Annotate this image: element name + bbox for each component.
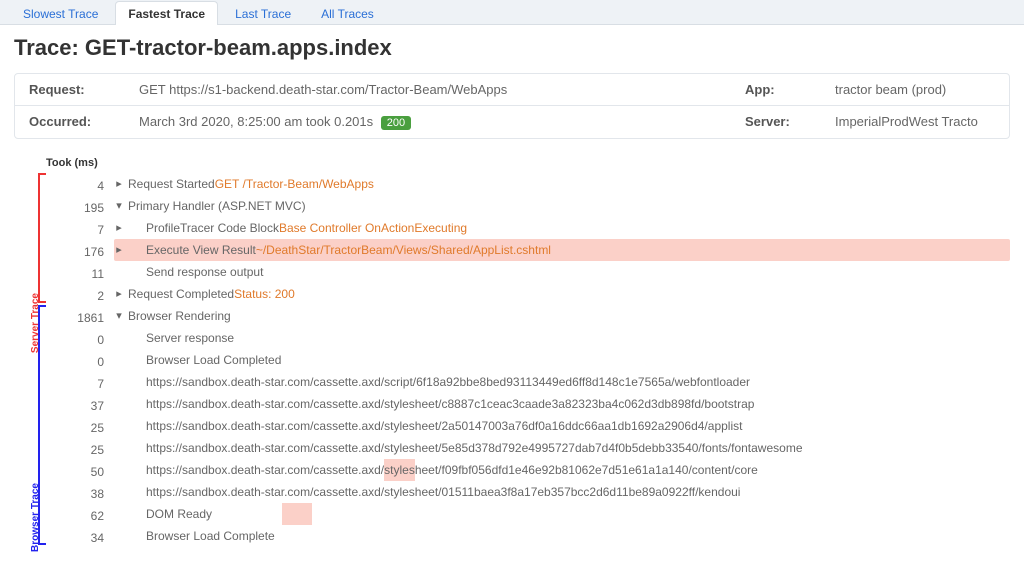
trace-text: ~/DeathStar/TractorBeam/Views/Shared/App… — [256, 239, 551, 261]
tab-slowest-trace[interactable]: Slowest Trace — [10, 1, 111, 25]
trace-row: https://sandbox.death-star.com/cassette.… — [114, 371, 1010, 393]
trace-text: Execute View Result — [146, 239, 256, 261]
timing-value: 25 — [46, 417, 112, 439]
trace-text: https://sandbox.death-star.com/cassette.… — [146, 371, 750, 393]
trace-text: Browser Load Complete — [146, 525, 275, 547]
trace-text: Send response output — [146, 261, 263, 283]
trace-area: Server Trace Browser Trace Took (ms) 419… — [14, 153, 1010, 551]
trace-text: styles — [384, 459, 415, 481]
trace-text: https://sandbox.death-star.com/cassette.… — [146, 437, 803, 459]
timing-value: 11 — [46, 263, 112, 285]
trace-text: Server response — [146, 327, 234, 349]
trace-text: https://sandbox.death-star.com/cassette.… — [146, 459, 384, 481]
page-title: Trace: GET-tractor-beam.apps.index — [14, 35, 1010, 61]
server-label: Server: — [745, 114, 835, 130]
trace-text: DOM Ready — [146, 503, 212, 525]
trace-row[interactable]: ▸Request Completed Status: 200 — [114, 283, 1010, 305]
trace-text: Request Completed — [128, 283, 234, 305]
trace-row: https://sandbox.death-star.com/cassette.… — [114, 459, 1010, 481]
trace-row: Server response — [114, 327, 1010, 349]
trace-text: heet/f09fbf056dfd1e46e92b81062e7d51e61a1… — [415, 459, 758, 481]
trace-row: Send response output — [114, 261, 1010, 283]
trace-text — [212, 503, 282, 525]
timing-value: 7 — [46, 219, 112, 241]
tab-fastest-trace[interactable]: Fastest Trace — [115, 1, 218, 25]
browser-trace-label: Browser Trace — [30, 483, 41, 552]
trace-row[interactable]: ▸Request Started GET /Tractor-Beam/WebAp… — [114, 173, 1010, 195]
trace-row: https://sandbox.death-star.com/cassette.… — [114, 393, 1010, 415]
trace-text: Base Controller OnActionExecuting — [279, 217, 467, 239]
trace-info-box: Request: GET https://s1-backend.death-st… — [14, 73, 1010, 139]
request-value: GET https://s1-backend.death-star.com/Tr… — [139, 82, 745, 97]
tab-all-traces[interactable]: All Traces — [308, 1, 387, 25]
took-header: Took (ms) — [46, 155, 112, 175]
timing-value: 0 — [46, 329, 112, 351]
trace-row[interactable]: ▾Primary Handler (ASP.NET MVC) — [114, 195, 1010, 217]
trace-row[interactable]: ▸ ProfileTracer Code Block Base Controlle… — [114, 217, 1010, 239]
trace-text: Browser Rendering — [128, 305, 231, 327]
trace-text: https://sandbox.death-star.com/cassette.… — [146, 393, 754, 415]
server-trace-bracket — [38, 173, 46, 303]
trace-text: Browser Load Completed — [146, 349, 281, 371]
description-column: ▸Request Started GET /Tractor-Beam/WebAp… — [114, 153, 1010, 551]
trace-text: ProfileTracer Code Block — [146, 217, 279, 239]
chevron-right-icon[interactable]: ▸ — [114, 217, 124, 239]
timing-value: 38 — [46, 483, 112, 505]
chevron-down-icon[interactable]: ▾ — [114, 195, 124, 217]
trace-text: Primary Handler (ASP.NET MVC) — [128, 195, 306, 217]
server-value: ImperialProdWest Tracto — [835, 114, 995, 130]
status-badge: 200 — [381, 116, 411, 130]
request-label: Request: — [29, 82, 139, 97]
timing-value: 50 — [46, 461, 112, 483]
tab-last-trace[interactable]: Last Trace — [222, 1, 304, 25]
trace-row: DOM Ready — [114, 503, 1010, 525]
chevron-right-icon[interactable]: ▸ — [114, 283, 124, 305]
timing-value: 4 — [46, 175, 112, 197]
trace-row[interactable]: ▾Browser Rendering — [114, 305, 1010, 327]
trace-row: https://sandbox.death-star.com/cassette.… — [114, 481, 1010, 503]
timing-value: 62 — [46, 505, 112, 527]
chevron-right-icon[interactable]: ▸ — [114, 173, 124, 195]
timing-value: 25 — [46, 439, 112, 461]
trace-text: https://sandbox.death-star.com/cassette.… — [146, 415, 742, 437]
timing-value: 1861 — [46, 307, 112, 329]
timing-value: 7 — [46, 373, 112, 395]
app-value: tractor beam (prod) — [835, 82, 995, 97]
timing-value: 2 — [46, 285, 112, 307]
trace-text: Request Started — [128, 173, 215, 195]
trace-row: Browser Load Complete — [114, 525, 1010, 547]
timing-column: Took (ms) 419571761121861007372525503862… — [44, 153, 114, 551]
tab-bar: Slowest Trace Fastest Trace Last Trace A… — [0, 0, 1024, 25]
timing-value: 34 — [46, 527, 112, 549]
app-label: App: — [745, 82, 835, 97]
trace-row: Browser Load Completed — [114, 349, 1010, 371]
chevron-right-icon[interactable]: ▸ — [114, 239, 124, 261]
occurred-value: March 3rd 2020, 8:25:00 am took 0.201s 2… — [139, 114, 745, 130]
timing-value: 0 — [46, 351, 112, 373]
timing-value: 37 — [46, 395, 112, 417]
trace-text: https://sandbox.death-star.com/cassette.… — [146, 481, 740, 503]
trace-row[interactable]: ▸ Execute View Result ~/DeathStar/Tractor… — [114, 239, 1010, 261]
trace-row: https://sandbox.death-star.com/cassette.… — [114, 415, 1010, 437]
trace-text — [282, 503, 312, 525]
chevron-down-icon[interactable]: ▾ — [114, 305, 124, 327]
timing-value: 176 — [46, 241, 112, 263]
occurred-label: Occurred: — [29, 114, 139, 130]
timing-value: 195 — [46, 197, 112, 219]
trace-row: https://sandbox.death-star.com/cassette.… — [114, 437, 1010, 459]
trace-text: Status: 200 — [234, 283, 295, 305]
trace-text: GET /Tractor-Beam/WebApps — [215, 173, 374, 195]
trace-gutter: Server Trace Browser Trace — [14, 153, 44, 551]
